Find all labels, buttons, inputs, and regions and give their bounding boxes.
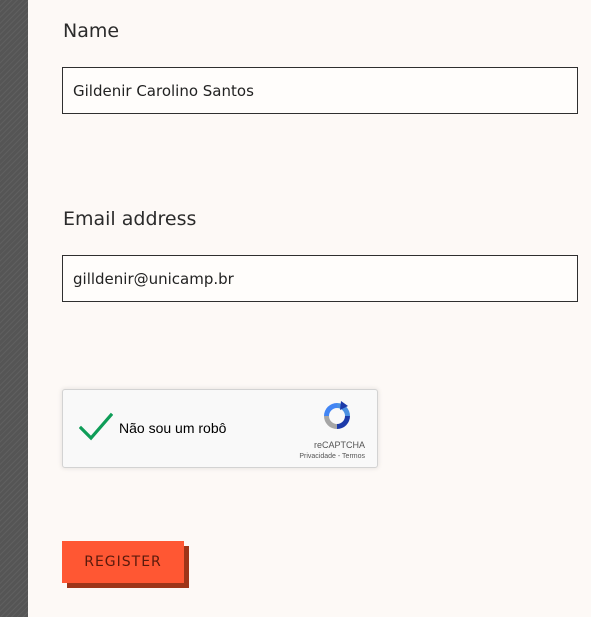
recaptcha-links: Privacidade - Termos [299, 453, 365, 460]
name-label: Name [63, 20, 120, 42]
name-input[interactable] [62, 67, 578, 114]
register-button[interactable]: REGISTER [62, 541, 184, 583]
recaptcha-logo-icon [321, 400, 353, 432]
checkmark-icon[interactable] [78, 412, 114, 442]
terms-link[interactable]: Termos [342, 453, 365, 460]
email-label: Email address [63, 208, 197, 230]
recaptcha-checkbox-label[interactable]: Não sou um robô [119, 420, 226, 436]
email-input[interactable] [62, 255, 578, 302]
recaptcha-brand: reCAPTCHA [313, 440, 365, 450]
registration-form-panel: Name Email address Não sou um robô reCAP… [28, 0, 591, 617]
recaptcha-widget: Não sou um robô reCAPTCHA Privacidade - … [62, 389, 378, 468]
privacy-link[interactable]: Privacidade [299, 453, 336, 460]
